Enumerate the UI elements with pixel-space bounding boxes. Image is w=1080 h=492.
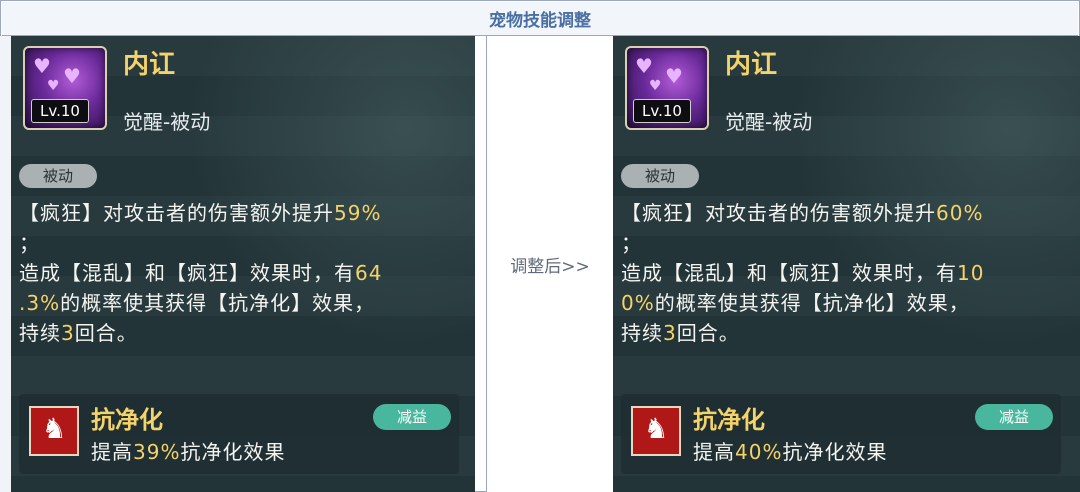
desc-text: 的概率使其获得【抗净化】效果， <box>654 291 970 315</box>
effect-value: 40% <box>735 440 783 464</box>
skill-level: Lv.10 <box>31 99 89 123</box>
desc-value: 3 <box>663 321 677 345</box>
desc-text: 持续 <box>621 321 663 345</box>
effect-name: 抗净化 <box>693 406 765 434</box>
anti-purify-icon: ♞ <box>631 406 681 456</box>
desc-text: 的概率使其获得【抗净化】效果， <box>60 291 376 315</box>
effect-text: 抗净化效果 <box>180 440 286 464</box>
desc-text: 持续 <box>19 321 61 345</box>
passive-tag: 被动 <box>621 164 699 188</box>
page-title: 宠物技能调整 <box>2 2 1078 36</box>
desc-value: 59% <box>334 201 382 225</box>
debuff-badge: 减益 <box>373 404 451 430</box>
skill-card-before: ♥ ♥ ♥ Lv.10 内讧 觉醒-被动 被动 【疯狂】对攻击者的伤害额外提升5… <box>11 36 475 492</box>
desc-text: 回合。 <box>676 321 740 345</box>
skill-type: 觉醒-被动 <box>123 110 211 134</box>
anti-purify-icon: ♞ <box>29 406 79 456</box>
effect-value: 39% <box>133 440 181 464</box>
desc-text: 【疯狂】对攻击者的伤害额外提升 <box>621 201 936 225</box>
effect-name: 抗净化 <box>91 406 163 434</box>
skill-level: Lv.10 <box>633 99 691 123</box>
skill-name: 内讧 <box>725 50 778 80</box>
purple-hearts-icon: ♥ ♥ ♥ Lv.10 <box>625 46 709 130</box>
desc-text: 【疯狂】对攻击者的伤害额外提升 <box>19 201 334 225</box>
effect-box: ♞ 抗净化 减益 提高39%抗净化效果 <box>19 394 459 474</box>
skill-name: 内讧 <box>123 50 176 80</box>
effect-text: 提高 <box>91 440 133 464</box>
skill-description: 【疯狂】对攻击者的伤害额外提升60% ； 造成【混乱】和【疯狂】效果时，有10 … <box>621 198 1071 348</box>
desc-value: .3% <box>19 291 61 315</box>
desc-text: 造成【混乱】和【疯狂】效果时，有 <box>19 261 355 285</box>
debuff-badge: 减益 <box>975 404 1053 430</box>
desc-value: 10 <box>957 261 985 285</box>
skill-description: 【疯狂】对攻击者的伤害额外提升59% ； 造成【混乱】和【疯狂】效果时，有64 … <box>19 198 469 348</box>
desc-value: 3 <box>61 321 75 345</box>
desc-text: 回合。 <box>74 321 138 345</box>
desc-value: 0% <box>621 291 655 315</box>
effect-text: 提高 <box>693 440 735 464</box>
effect-description: 提高39%抗净化效果 <box>91 436 285 465</box>
passive-tag: 被动 <box>19 164 97 188</box>
skill-card-after: ♥ ♥ ♥ Lv.10 内讧 觉醒-被动 被动 【疯狂】对攻击者的伤害额外提升6… <box>613 36 1080 492</box>
skill-type: 觉醒-被动 <box>725 110 813 134</box>
desc-value: 60% <box>936 201 984 225</box>
effect-box: ♞ 抗净化 减益 提高40%抗净化效果 <box>621 394 1061 474</box>
desc-text: 造成【混乱】和【疯狂】效果时，有 <box>621 261 957 285</box>
desc-text: ； <box>19 231 40 255</box>
desc-value: 64 <box>355 261 383 285</box>
desc-text: ； <box>621 231 642 255</box>
effect-text: 抗净化效果 <box>782 440 888 464</box>
purple-hearts-icon: ♥ ♥ ♥ Lv.10 <box>23 46 107 130</box>
adjusted-arrow-label: 调整后>> <box>486 36 614 492</box>
effect-description: 提高40%抗净化效果 <box>693 436 887 465</box>
